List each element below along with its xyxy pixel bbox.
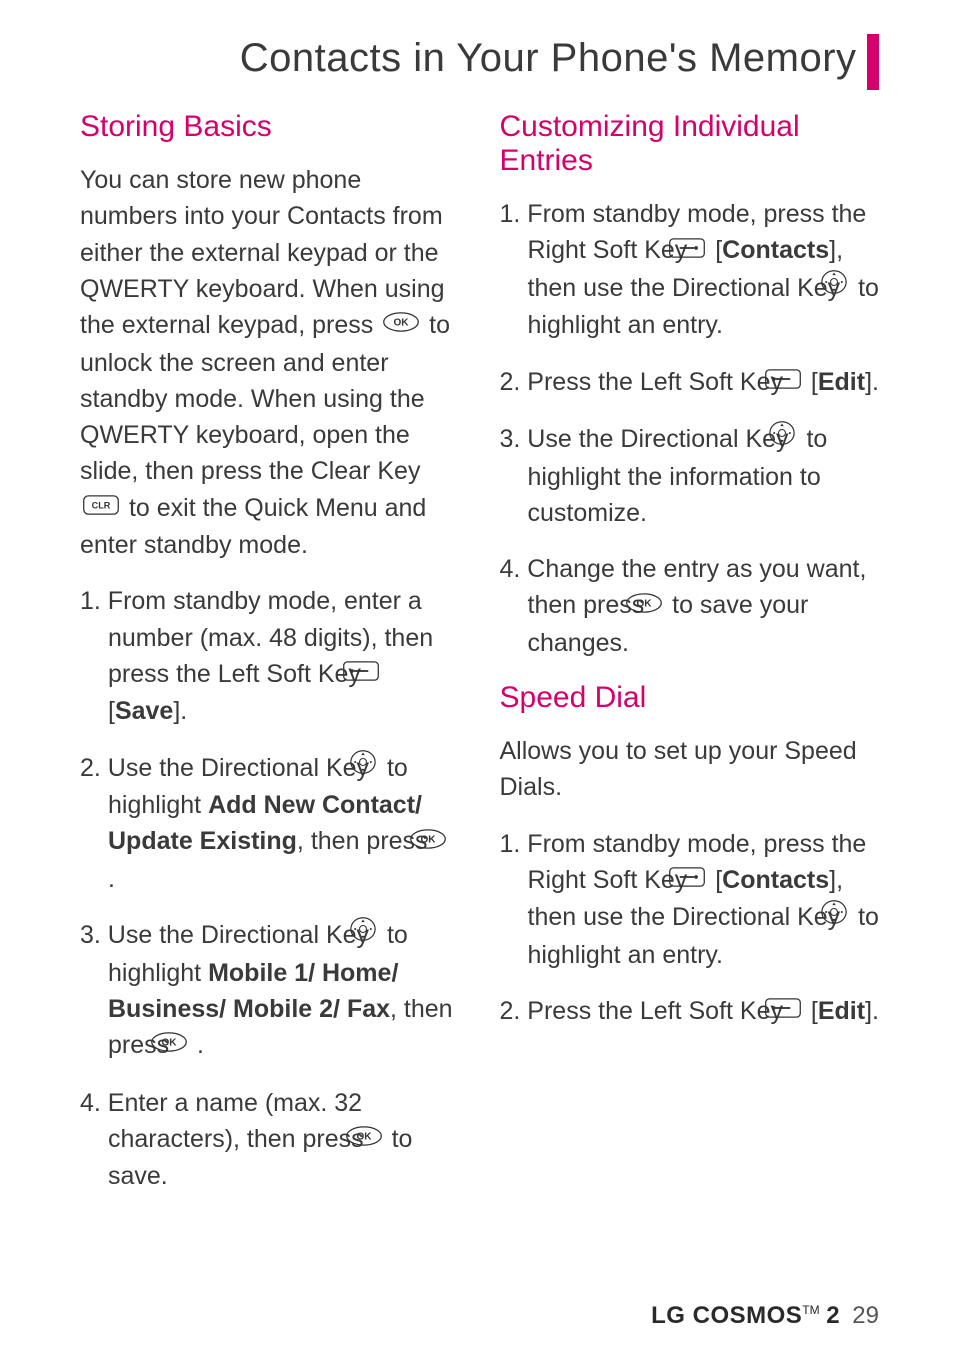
right-soft-key-icon (696, 232, 706, 268)
clr-key-icon (82, 489, 120, 525)
storing-step-1: 1. From standby mode, enter a number (ma… (80, 583, 460, 729)
speed-dial-step-1: 1. From standby mode, press the Right So… (500, 826, 880, 974)
ok-key-icon (437, 823, 447, 859)
text: 3. Use the Directional Key (500, 425, 796, 453)
text: ]. (865, 368, 879, 396)
text: [ (108, 697, 115, 725)
custom-step-1: 1. From standby mode, press the Right So… (500, 196, 880, 344)
storing-step-2: 2. Use the Directional Key to highlight … (80, 750, 460, 898)
text: 4. Enter a name (max. 32 characters), th… (80, 1089, 371, 1153)
intro-paragraph: You can store new phone numbers into you… (80, 162, 460, 563)
ok-key-icon (382, 306, 420, 342)
custom-step-3: 3. Use the Directional Key to highlight … (500, 421, 880, 531)
text: [ (811, 368, 818, 396)
ok-key-icon (653, 587, 663, 623)
text: ]. (865, 997, 879, 1025)
page-title-block: Contacts in Your Phone's Memory (240, 30, 879, 86)
right-soft-key-icon (696, 861, 706, 897)
page-number: 29 (852, 1302, 879, 1329)
left-soft-key-icon (792, 992, 802, 1028)
save-label: Save (115, 697, 173, 725)
ok-key-icon (373, 1120, 383, 1156)
page-title: Contacts in Your Phone's Memory (240, 36, 857, 81)
contacts-label: Contacts (722, 866, 829, 894)
text: 1. From standby mode, enter a number (ma… (80, 587, 433, 688)
custom-step-2: 2. Press the Left Soft Key [Edit]. (500, 364, 880, 402)
edit-label: Edit (818, 997, 865, 1025)
heading-speed-dial: Speed Dial (500, 681, 880, 715)
speed-dial-step-2: 2. Press the Left Soft Key [Edit]. (500, 993, 880, 1031)
text: 2. Press the Left Soft Key (500, 997, 790, 1025)
speed-dial-intro: Allows you to set up your Speed Dials. (500, 733, 880, 806)
text: to exit the Quick Menu and enter standby… (80, 494, 426, 560)
text: [ (811, 997, 818, 1025)
ok-key-icon (178, 1026, 188, 1062)
footer-brand: LG COSMOS (651, 1302, 802, 1329)
footer: LG COSMOSTM 2 29 (651, 1302, 879, 1330)
storing-step-3: 3. Use the Directional Key to highlight … (80, 917, 460, 1065)
text: ]. (173, 697, 187, 725)
storing-step-4: 4. Enter a name (max. 32 characters), th… (80, 1085, 460, 1195)
heading-customizing: Customizing Individual Entries (500, 110, 880, 178)
title-accent-bar (867, 34, 879, 90)
contacts-label: Contacts (722, 236, 829, 264)
left-soft-key-icon (792, 363, 802, 399)
edit-label: Edit (818, 368, 865, 396)
text: . (108, 865, 115, 893)
text: 2. Use the Directional Key (80, 754, 376, 782)
left-soft-key-icon (370, 655, 380, 691)
text: 3. Use the Directional Key (80, 921, 376, 949)
text: 2. Press the Left Soft Key (500, 368, 790, 396)
custom-step-4: 4. Change the entry as you want, then pr… (500, 551, 880, 661)
trademark-symbol: TM (802, 1303, 819, 1317)
content-columns: Storing Basics You can store new phone n… (80, 110, 879, 1272)
heading-storing-basics: Storing Basics (80, 110, 460, 144)
footer-model: 2 (820, 1302, 840, 1329)
text: . (190, 1031, 204, 1059)
